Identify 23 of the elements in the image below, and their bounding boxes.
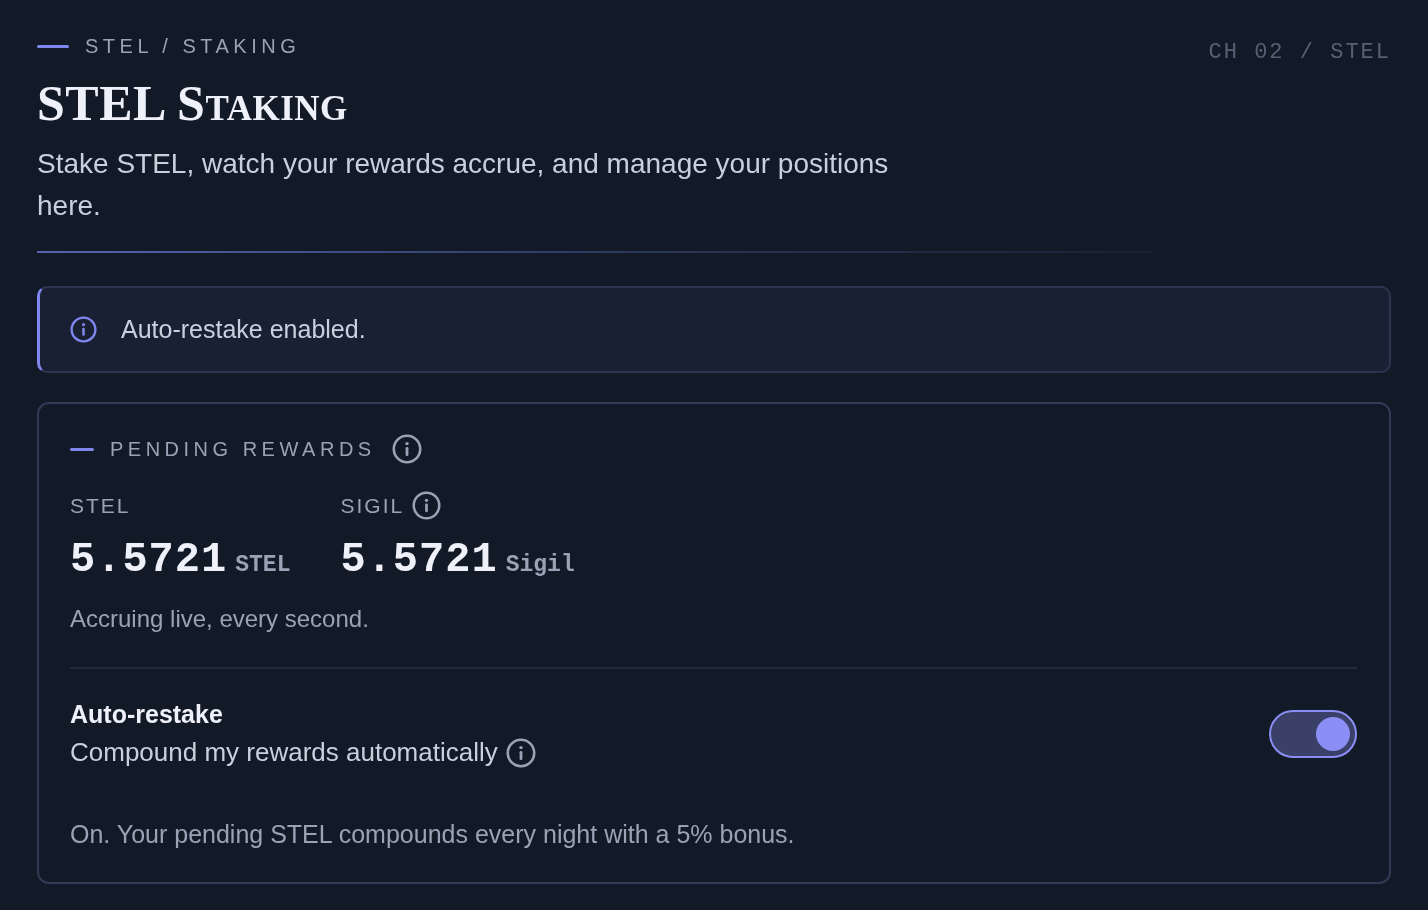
balance-amount: 5.5721 (70, 539, 228, 581)
accent-dash (37, 44, 69, 48)
info-icon (70, 316, 97, 343)
page-title: STEL Staking (37, 76, 349, 131)
balance-label: STEL (70, 494, 131, 516)
alert-message: Auto-restake enabled. (121, 313, 366, 345)
toggle-switch[interactable] (1269, 709, 1357, 758)
info-icon[interactable] (391, 434, 422, 464)
chapter-label: CH 02 / STEL (1208, 42, 1391, 64)
setting-title: Auto-restake (70, 699, 224, 729)
balance-unit: STEL (235, 554, 291, 577)
info-icon[interactable] (505, 737, 536, 768)
balance-amount: 5.5721 (340, 539, 498, 581)
balance-unit: Sigil (505, 554, 575, 577)
accrual-note: Accruing live, every second. (70, 604, 370, 634)
setting-description: Compound my rewards automatically (70, 737, 498, 769)
accent-dash (70, 447, 94, 451)
status-message: On. Your pending STEL compounds every night with a 5% bonus. (70, 819, 796, 851)
balance-label: SIGIL (340, 494, 405, 516)
info-icon[interactable] (412, 490, 442, 520)
breadcrumb-text: STEL / STAKING (85, 36, 301, 56)
section-heading: PENDING REWARDS (110, 439, 376, 459)
page-description: Stake STEL, watch your rewards accrue, and manage your positions here. (37, 147, 890, 223)
